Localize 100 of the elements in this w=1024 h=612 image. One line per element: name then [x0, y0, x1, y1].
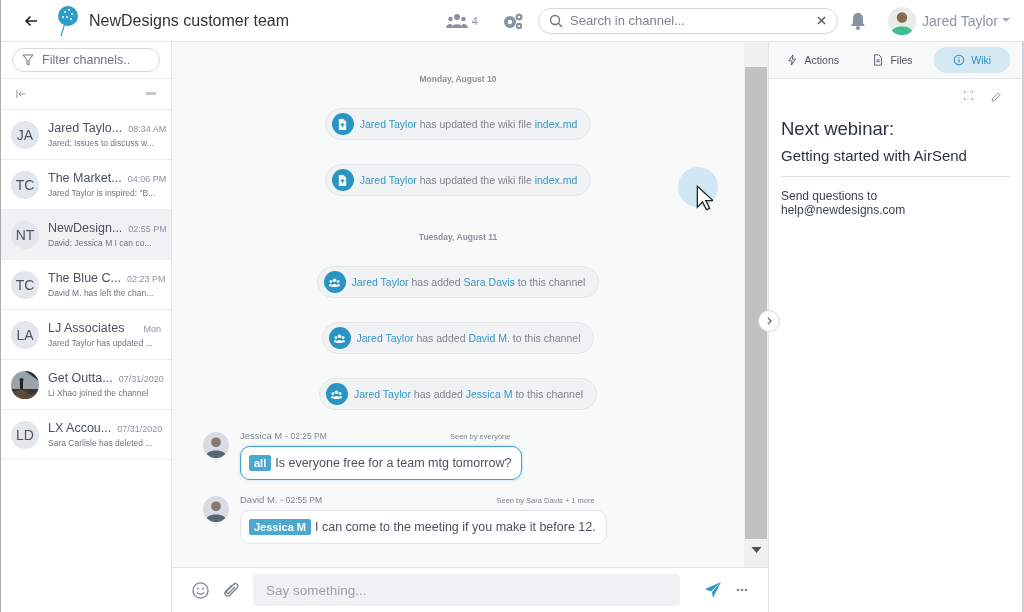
channel-time: 04:06 PM: [127, 174, 167, 184]
channel-preview: Jared Taylor has updated ...: [48, 338, 154, 348]
caret-icon[interactable]: [1002, 18, 1010, 23]
link[interactable]: Jared Taylor: [351, 276, 409, 288]
paperclip-icon[interactable]: [223, 581, 239, 599]
event-badge-icon: [331, 113, 354, 135]
channel-preview: Sara Carlisle has deleted ...: [48, 438, 154, 448]
message-time: - 02:25 PM: [285, 431, 327, 441]
search-icon: [549, 13, 563, 28]
link[interactable]: Jared Taylor: [359, 118, 417, 130]
author-name: Jessica M: [240, 430, 283, 441]
link[interactable]: Jared Taylor: [359, 174, 417, 186]
user-name[interactable]: Jared Taylor: [922, 12, 998, 29]
scroll-down-icon[interactable]: [750, 547, 762, 553]
channel-time: 02:55 PM: [128, 224, 167, 234]
panel-tab[interactable]: Actions: [775, 47, 851, 73]
channel-item[interactable]: LD LX Accou... 07/31/2020 Sara Carlisle has deleted ...: [1, 410, 171, 460]
members-icon[interactable]: [445, 12, 468, 29]
chevron-right-icon: [766, 317, 772, 325]
channel-time: 07/31/2020: [117, 424, 163, 434]
message-time: - 02:55 PM: [280, 495, 323, 505]
link[interactable]: Jared Taylor: [353, 388, 411, 400]
channel-preview: David M. has left the chan...: [48, 288, 155, 298]
pencil-icon[interactable]: [991, 91, 1002, 102]
message-text: I can come to the meeting if you make it before 12.: [315, 520, 596, 534]
mention-tag[interactable]: Jessica M: [249, 519, 311, 535]
wiki-text: Send questions to help@newdesigns.com: [781, 189, 907, 217]
channel-time: 08:34 AM: [128, 124, 167, 134]
channel-item[interactable]: TC The Blue C... 02:23 PM David M. has left the chan...: [1, 260, 171, 310]
filter-icon: [22, 54, 34, 66]
channel-time: Mon: [143, 324, 161, 334]
channel-preview: David: Jessica M I can co...: [48, 238, 153, 248]
event-text: Jared Taylor has added David M. to this channel: [356, 332, 581, 344]
channel-preview: Li Xhao joined the channel: [48, 388, 150, 398]
more-icon[interactable]: [736, 588, 748, 592]
channel-title: NewDesigns customer team: [89, 11, 290, 30]
channel-item[interactable]: Get Outta... 07/31/2020 Li Xhao joined the channel: [1, 360, 171, 410]
link[interactable]: index.md: [534, 118, 578, 130]
scrollbar[interactable]: [744, 42, 768, 567]
message-text: Is everyone free for a team mtg tomorrow?: [275, 456, 512, 470]
channel-name: LX Accou...: [48, 421, 112, 435]
channel-name: The Market...: [48, 171, 122, 185]
avatar: [203, 496, 229, 522]
avatar: [203, 432, 229, 458]
settings-icon[interactable]: [502, 11, 524, 30]
channel-avatar: TC: [11, 170, 39, 199]
cursor-icon: [696, 185, 713, 211]
channel-preview: Jared Taylor is inspired: "B...: [48, 188, 157, 198]
bolt-icon: [786, 54, 799, 66]
minus-icon[interactable]: [146, 92, 156, 96]
event-badge-icon: [323, 271, 346, 293]
link[interactable]: Sara Davis: [463, 276, 515, 288]
message-input[interactable]: Say something...: [253, 574, 680, 606]
date-label: Monday, August 10: [419, 74, 497, 84]
document-icon: [872, 54, 885, 66]
channel-name: Jared Taylo...: [48, 121, 123, 135]
channel-avatar: JA: [11, 120, 39, 149]
link[interactable]: Jared Taylor: [356, 332, 414, 344]
channel-avatar: TC: [11, 270, 39, 299]
channel-item[interactable]: JA Jared Taylo... 08:34 AM Jared: Issues to discuss w...: [1, 110, 171, 160]
panel-tab[interactable]: Files: [854, 47, 931, 73]
event-badge-icon: [325, 383, 348, 405]
event-text: Jared Taylor has added Sara Davis to this channel: [351, 276, 586, 288]
member-count: 4: [471, 14, 478, 27]
search-field[interactable]: Search in channel...: [538, 7, 838, 34]
filter-field[interactable]: Filter channels..: [12, 48, 160, 72]
channel-item[interactable]: LA LJ Associates Mon Jared Taylor has updated ...: [1, 310, 171, 360]
clear-icon[interactable]: [817, 16, 826, 25]
channel-time: 07/31/2020: [118, 374, 164, 384]
channel-item[interactable]: NT NewDesign... 02:55 PM David: Jessica M I can co...: [1, 210, 171, 260]
event-badge-icon: [331, 169, 354, 191]
wiki-subheading: Getting started with AirSend: [781, 147, 1010, 177]
panel-tab[interactable]: Wiki: [934, 47, 1010, 73]
channel-avatar: LD: [11, 420, 39, 449]
event-text: Jared Taylor has updated the wiki file index.md: [359, 118, 578, 130]
mention-tag[interactable]: all: [249, 455, 272, 471]
channel-avatar: LA: [11, 320, 39, 349]
event-text: Jared Taylor has updated the wiki file index.md: [359, 174, 578, 186]
collapse-icon[interactable]: [16, 90, 26, 98]
channel-avatar: NT: [11, 220, 39, 249]
link[interactable]: David M.: [468, 332, 510, 344]
bell-icon[interactable]: [850, 11, 866, 30]
channel-time: 02:23 PM: [126, 274, 166, 284]
link[interactable]: Jessica M: [465, 388, 513, 400]
send-icon[interactable]: [704, 581, 722, 599]
channel-name: NewDesign...: [48, 221, 123, 235]
date-label: Tuesday, August 11: [418, 232, 498, 242]
wiki-heading: Next webinar:: [781, 118, 896, 140]
emoji-icon[interactable]: [192, 581, 209, 599]
channel-name: The Blue C...: [48, 271, 121, 285]
user-avatar[interactable]: [888, 6, 916, 35]
author-name: David M.: [240, 494, 278, 505]
channel-name: Get Outta...: [48, 371, 113, 385]
info-icon: [953, 54, 966, 66]
event-text: Jared Taylor has added Jessica M to this channel: [353, 388, 584, 400]
channel-preview: Jared: Issues to discuss w...: [48, 138, 155, 148]
fullscreen-icon[interactable]: [964, 91, 973, 100]
channel-name: LJ Associates: [48, 321, 125, 335]
link[interactable]: index.md: [534, 174, 578, 186]
dandelion-logo-icon: [55, 4, 79, 37]
